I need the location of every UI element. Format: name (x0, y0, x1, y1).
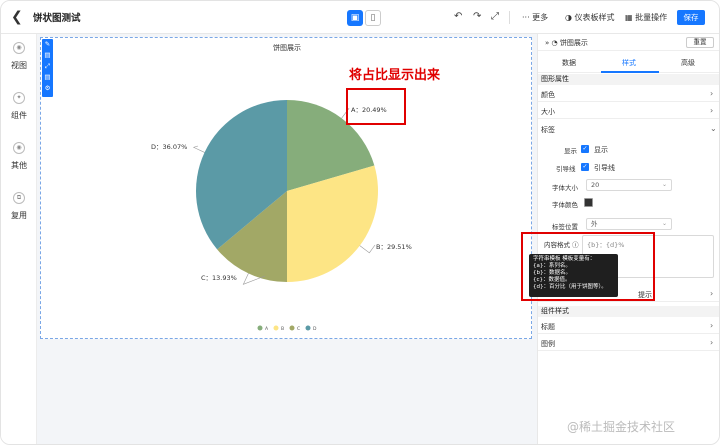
graph-attr-title: 图形属性 (538, 74, 719, 85)
fullscreen-icon[interactable]: ⤢ (491, 11, 499, 22)
legend-label-c[interactable]: C (297, 326, 300, 332)
chevron-right-icon: › (710, 321, 714, 330)
legend-label-a[interactable]: A (265, 326, 269, 332)
chevron-right-icon: › (710, 89, 714, 98)
font-color-label: 字体颜色 (552, 201, 578, 209)
canvas-area: ✎ ▤ ⤢ ▤ ⚙ 饼图展示 ABCD A：20.49% B：29.51% C：… (37, 34, 537, 444)
active-tab-indicator (601, 71, 659, 73)
font-size-select[interactable]: 20 ⌄ (586, 179, 672, 191)
nav-item-reuse[interactable]: ⧉ 复用 (1, 192, 37, 221)
back-arrow-icon[interactable]: ❮ (11, 9, 23, 25)
save-button[interactable]: 保存 (677, 10, 705, 25)
component-style-title: 组件样式 (538, 306, 719, 317)
annotation-text: 将占比显示出来 (349, 68, 441, 83)
highlight-box-label (346, 88, 406, 125)
row-tooltip[interactable]: 提示 › (538, 285, 719, 302)
tab-advanced[interactable]: 高级 (681, 58, 695, 68)
show-checkbox-text: 显示 (594, 146, 608, 154)
label-position-select[interactable]: 外 ⌄ (586, 218, 672, 230)
reset-button[interactable]: 重置 (686, 37, 714, 48)
more-icon: ··· (522, 13, 533, 22)
desktop-view-icon[interactable]: ▣ (347, 10, 363, 26)
font-size-label: 字体大小 (552, 184, 578, 192)
component-icon: ✦ (13, 92, 25, 104)
show-checkbox[interactable]: ✓ (581, 145, 589, 153)
chevron-down-icon: ⌄ (661, 220, 667, 227)
guide-checkbox-text: 引导线 (594, 164, 615, 172)
toolbar-divider (509, 11, 510, 24)
nav-item-component[interactable]: ✦ 组件 (1, 92, 37, 121)
app-window: ❮ 饼状图测试 ▣ ▯ ↶ ↷ ⤢ ··· 更多 ◑ 仪表板样式 ▦ 批量操作 … (0, 0, 720, 445)
more-button[interactable]: ··· 更多 (522, 12, 548, 23)
chevron-right-icon: › (710, 106, 714, 115)
tab-data[interactable]: 数据 (562, 58, 576, 68)
view-icon: ◉ (13, 42, 25, 54)
palette-icon: ◑ (565, 13, 575, 22)
panel-title: » ◔ 饼图展示 (545, 39, 588, 47)
style-panel: » ◔ 饼图展示 重置 数据 样式 高级 图形属性 颜色 › 大小 › 标签 ⌄ 显示… (521, 34, 719, 444)
reuse-icon: ⧉ (13, 192, 25, 204)
left-sidebar: ◉ 视图 ✦ 组件 ◉ 其他 ⧉ 复用 (1, 34, 37, 444)
batch-operation-button[interactable]: ▦ 批量操作 (625, 12, 667, 23)
legend-marker-a[interactable] (257, 325, 263, 331)
watermark: @稀土掘金技术社区 (567, 420, 676, 434)
component-style-section: 组件样式 (538, 306, 719, 317)
chevron-down-icon: ⌄ (661, 181, 667, 188)
row-size[interactable]: 大小 › (538, 102, 719, 119)
pie-label-b: B：29.51% (376, 243, 412, 251)
row-color[interactable]: 颜色 › (538, 85, 719, 102)
undo-icon[interactable]: ↶ (454, 11, 462, 22)
tab-style[interactable]: 样式 (622, 58, 636, 68)
row-label[interactable]: 标签 ⌄ (538, 120, 719, 137)
show-label: 显示 (564, 147, 577, 155)
nav-item-view[interactable]: ◉ 视图 (1, 42, 37, 71)
guide-line-b (359, 244, 376, 254)
guide-line-d (192, 145, 205, 153)
chevron-right-icon: › (710, 338, 714, 347)
nav-item-other[interactable]: ◉ 其他 (1, 142, 37, 171)
batch-icon: ▦ (625, 13, 636, 22)
panel-header: » ◔ 饼图展示 重置 (538, 34, 719, 51)
top-toolbar: ❮ 饼状图测试 ▣ ▯ ↶ ↷ ⤢ ··· 更多 ◑ 仪表板样式 ▦ 批量操作 … (1, 1, 719, 34)
chevron-down-icon: ⌄ (710, 124, 717, 133)
chevron-right-icon: › (710, 289, 714, 298)
pie-label-d: D：36.07% (151, 143, 188, 151)
legend-label-d[interactable]: D (313, 326, 317, 332)
legend-marker-d[interactable] (305, 325, 311, 331)
row-legend[interactable]: 图例 › (538, 334, 719, 351)
label-position-label: 标签位置 (552, 223, 578, 231)
pie-chart: A B C D (192, 100, 379, 332)
legend-label-b[interactable]: B (281, 326, 284, 332)
legend-marker-c[interactable] (289, 325, 295, 331)
legend-marker-b[interactable] (273, 325, 279, 331)
graph-attr-section: 图形属性 (538, 74, 719, 85)
redo-icon[interactable]: ↷ (473, 11, 481, 22)
panel-tabs: 数据 样式 高级 (538, 51, 719, 73)
page-title: 饼状图测试 (33, 13, 81, 24)
font-color-swatch[interactable] (584, 198, 593, 207)
guide-label: 引导线 (556, 165, 576, 173)
pie-widget-icon: ◔ (551, 39, 560, 47)
mobile-view-icon[interactable]: ▯ (365, 10, 381, 26)
other-icon: ◉ (13, 142, 25, 154)
row-title[interactable]: 标题 › (538, 317, 719, 334)
dashboard-style-button[interactable]: ◑ 仪表板样式 (565, 12, 615, 23)
pie-chart-widget[interactable]: ✎ ▤ ⤢ ▤ ⚙ 饼图展示 ABCD A：20.49% B：29.51% C：… (40, 37, 532, 339)
pie-label-c: C：13.93% (201, 274, 237, 282)
guide-checkbox[interactable]: ✓ (581, 163, 589, 171)
